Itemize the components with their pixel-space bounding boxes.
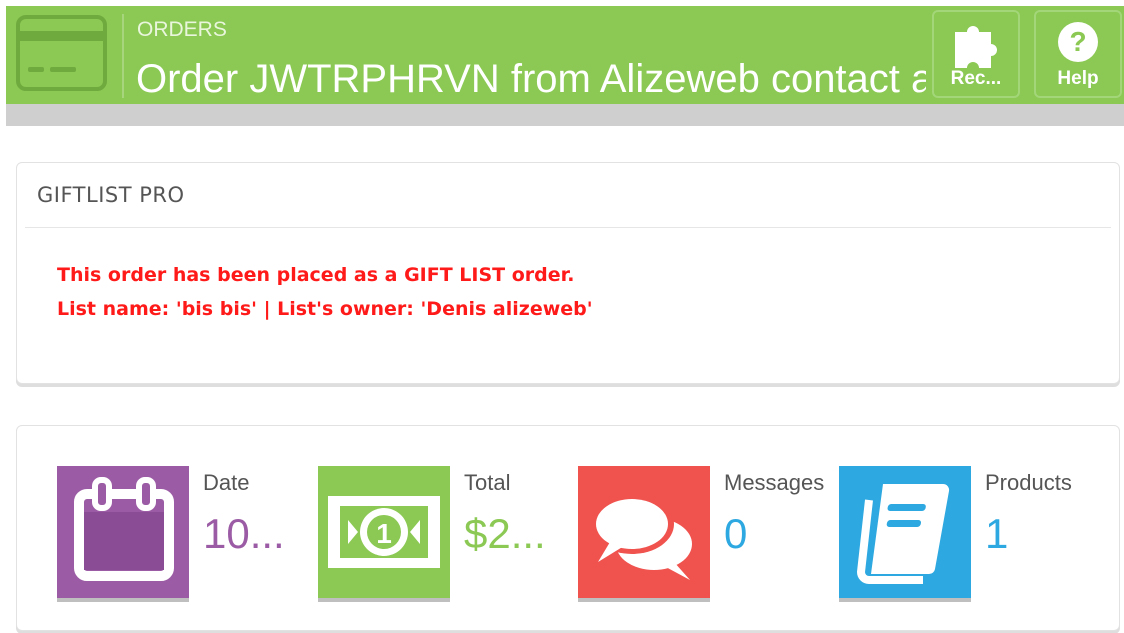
svg-text:1: 1: [376, 518, 392, 549]
order-kpi-panel: Date 10... 1 Total $2... Messages 0 Prod…: [16, 425, 1120, 631]
help-icon: ?: [1054, 18, 1102, 71]
gift-message-line-2: List name: 'bis bis' | List's owner: 'De…: [57, 298, 593, 320]
recommended-modules-button[interactable]: Rec...: [932, 10, 1020, 98]
gift-message-line-1: This order has been placed as a GIFT LIS…: [57, 264, 575, 286]
giftlist-heading: GIFTLIST PRO: [37, 183, 185, 207]
kpi-products-label: Products: [985, 470, 1072, 495]
kpi-messages-value: 0: [724, 510, 748, 557]
page-title: Order JWTRPHRVN from Alizeweb contact al: [136, 57, 926, 101]
breadcrumb[interactable]: ORDERS: [137, 18, 227, 42]
recommended-modules-label: Rec...: [950, 68, 1002, 89]
kpi-total-label: Total: [464, 470, 511, 495]
credit-card-icon: [16, 15, 107, 91]
calendar-icon: [57, 466, 189, 598]
kpi-date-label: Date: [203, 470, 250, 495]
puzzle-icon: [949, 18, 1003, 73]
book-icon: [839, 466, 971, 598]
kpi-date-value: 10...: [203, 510, 285, 557]
giftlist-panel: GIFTLIST PRO This order has been placed …: [16, 162, 1120, 384]
panel-divider: [25, 227, 1111, 228]
help-button[interactable]: ? Help: [1034, 10, 1122, 98]
header-divider: [122, 14, 124, 98]
help-label: Help: [1057, 68, 1099, 89]
chat-bubbles-icon: [578, 466, 710, 598]
kpi-total-value: $2...: [464, 510, 546, 557]
money-icon: 1: [318, 466, 450, 598]
svg-text:?: ?: [1069, 26, 1086, 57]
header-shadow: [6, 104, 1124, 126]
kpi-products-value: 1: [985, 510, 1009, 557]
kpi-messages-label: Messages: [724, 470, 825, 495]
